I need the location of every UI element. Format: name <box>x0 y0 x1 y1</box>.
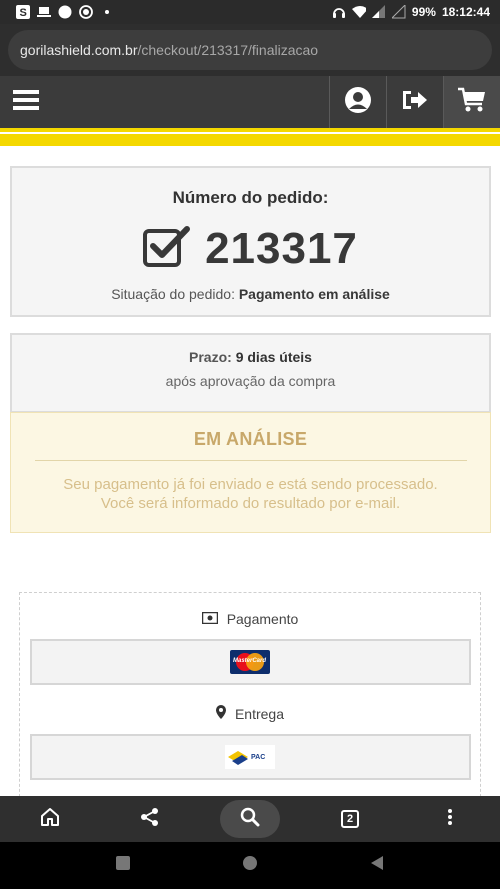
url-host: gorilashield.com.br <box>20 42 138 58</box>
home-icon <box>40 807 60 832</box>
url-path: /checkout/213317/finalizacao <box>137 42 319 58</box>
search-button[interactable] <box>220 800 280 838</box>
header-accent-band <box>0 134 500 146</box>
browser-toolbar: gorilashield.com.br/checkout/213317/fina… <box>0 24 500 76</box>
browser-bottom-bar: 2 <box>0 796 500 842</box>
clock: 18:12:44 <box>441 5 490 19</box>
payment-status-alert: EM ANÁLISE Seu pagamento já foi enviado … <box>10 412 491 533</box>
logout-button[interactable] <box>386 76 443 128</box>
order-status: Situação do pedido: Pagamento em análise <box>12 286 489 302</box>
record-icon <box>79 5 93 19</box>
overflow-menu-button[interactable] <box>420 800 480 838</box>
prazo-value: 9 dias úteis <box>235 349 312 365</box>
account-button[interactable] <box>329 76 386 128</box>
share-button[interactable] <box>120 800 180 838</box>
laptop-notification-icon <box>37 5 51 19</box>
s-app-icon: S <box>16 5 30 19</box>
alert-divider <box>34 460 467 461</box>
order-number: 213317 <box>205 224 358 273</box>
delivery-label: Entrega <box>234 705 285 722</box>
shopping-cart-icon <box>457 87 487 118</box>
payment-delivery-section: Pagamento MasterCard Entrega PAC <box>19 592 481 802</box>
circle-icon <box>242 856 257 870</box>
triangle-back-icon <box>370 856 383 870</box>
order-title: Número do pedido: <box>172 188 329 207</box>
header-accent-line <box>0 128 500 132</box>
sign-out-icon <box>401 88 429 117</box>
compass-icon <box>58 5 72 19</box>
search-icon <box>240 807 260 832</box>
prazo-label: Prazo: <box>189 349 232 365</box>
svg-text:S: S <box>20 7 27 19</box>
recents-button[interactable] <box>115 855 131 876</box>
user-icon <box>344 86 372 119</box>
system-home-button[interactable] <box>242 855 258 876</box>
map-marker-icon <box>215 705 226 722</box>
system-navigation-bar <box>0 842 500 889</box>
back-button[interactable] <box>369 855 385 876</box>
delivery-time-card: Prazo: 9 dias úteis após aprovação da co… <box>10 333 491 413</box>
headphones-icon <box>332 5 346 19</box>
address-bar[interactable]: gorilashield.com.br/checkout/213317/fina… <box>8 30 492 70</box>
battery-level: 99% <box>411 5 436 19</box>
checked-box-icon <box>143 225 191 274</box>
dot-icon <box>100 5 114 19</box>
order-summary-card: Número do pedido: 213317 Situação do ped… <box>10 166 491 317</box>
signal-icon <box>371 5 386 19</box>
cart-button[interactable] <box>443 76 500 128</box>
order-status-value: Pagamento em análise <box>238 286 390 302</box>
tab-count: 2 <box>341 810 359 828</box>
hamburger-icon <box>13 89 39 116</box>
prazo-note: após aprovação da compra <box>165 373 336 389</box>
signal-2-icon <box>391 5 406 19</box>
wifi-icon <box>351 5 366 19</box>
payment-label: Pagamento <box>226 611 299 627</box>
square-icon <box>116 856 131 870</box>
status-bar: S 99% 18:12:44 <box>0 0 500 24</box>
payment-method-box: MasterCard <box>29 639 471 685</box>
site-header <box>0 76 500 128</box>
menu-button[interactable] <box>0 76 52 128</box>
share-icon <box>140 807 160 832</box>
order-status-label: Situação do pedido: <box>111 286 235 302</box>
money-bill-icon <box>201 611 218 627</box>
delivery-method-box: PAC <box>29 734 471 780</box>
pac-logo: PAC <box>225 745 275 769</box>
home-button[interactable] <box>20 800 80 838</box>
alert-message-line-2: Você será informado do resultado por e-m… <box>100 495 401 512</box>
alert-title: EM ANÁLISE <box>193 429 308 449</box>
mastercard-logo: MasterCard <box>230 650 270 674</box>
tabs-button[interactable]: 2 <box>320 800 380 838</box>
more-vertical-icon <box>447 808 453 831</box>
alert-message-line-1: Seu pagamento já foi enviado e está send… <box>63 476 438 493</box>
